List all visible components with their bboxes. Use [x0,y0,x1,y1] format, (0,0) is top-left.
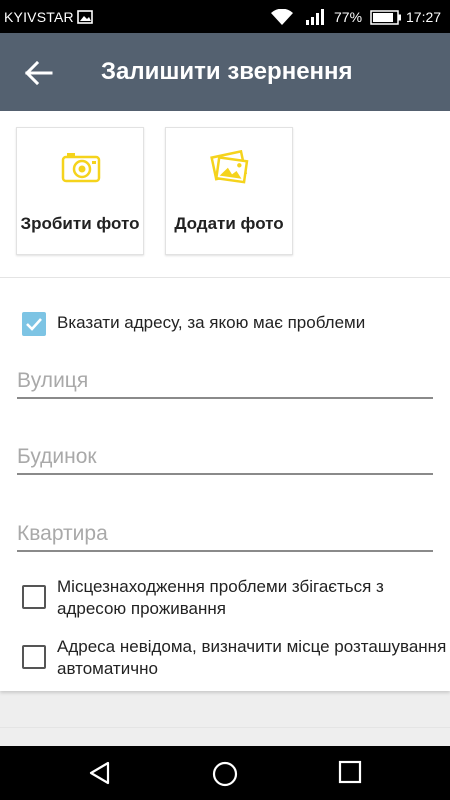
system-nav-bar [0,746,450,800]
battery-icon [370,10,402,28]
recents-square-icon[interactable] [338,760,362,789]
carrier-name: KYIVSTAR [4,9,74,25]
auto-location-checkbox-row[interactable]: Адреса невідома, визначити місце розташу… [22,636,450,680]
app-bar: Залишити звернення [0,33,450,111]
back-triangle-icon[interactable] [87,760,113,791]
apartment-input[interactable] [17,522,433,546]
lower-divider [0,727,450,728]
checkbox-unchecked-icon[interactable] [22,585,46,609]
matches-residence-checkbox-row[interactable]: Місцезнаходження проблеми збігається з а… [22,576,450,620]
auto-location-label: Адреса невідома, визначити місце розташу… [57,637,447,678]
specify-address-checkbox-row[interactable]: Вказати адресу, за якою має проблеми [22,312,365,336]
take-photo-button[interactable]: Зробити фото [16,127,144,255]
camera-icon [61,150,101,184]
add-photo-label: Додати фото [174,214,284,233]
building-input[interactable] [17,445,433,469]
street-input[interactable] [17,369,433,393]
street-field[interactable] [17,351,433,399]
apartment-field[interactable] [17,504,433,552]
building-field[interactable] [17,427,433,475]
form-card: Зробити фото Додати фото Вказати адресу,… [0,111,450,691]
status-bar: KYIVSTAR 77% 17:27 [0,0,450,33]
arrow-back-icon[interactable] [23,58,55,88]
checkbox-unchecked-icon[interactable] [22,645,46,669]
wifi-icon [270,8,294,29]
take-photo-label: Зробити фото [20,214,140,233]
image-icon [77,10,93,27]
page-title: Залишити звернення [101,58,353,85]
specify-address-label: Вказати адресу, за якою має проблеми [57,313,366,332]
clock: 17:27 [406,9,442,25]
section-divider [0,277,450,278]
gallery-icon [210,149,250,184]
signal-icon [305,9,325,28]
add-photo-button[interactable]: Додати фото [165,127,293,255]
checkbox-checked-icon[interactable] [22,312,46,336]
matches-residence-label: Місцезнаходження проблеми збігається з а… [57,577,384,618]
battery-percent: 77% [334,9,363,25]
home-circle-icon[interactable] [211,760,239,793]
